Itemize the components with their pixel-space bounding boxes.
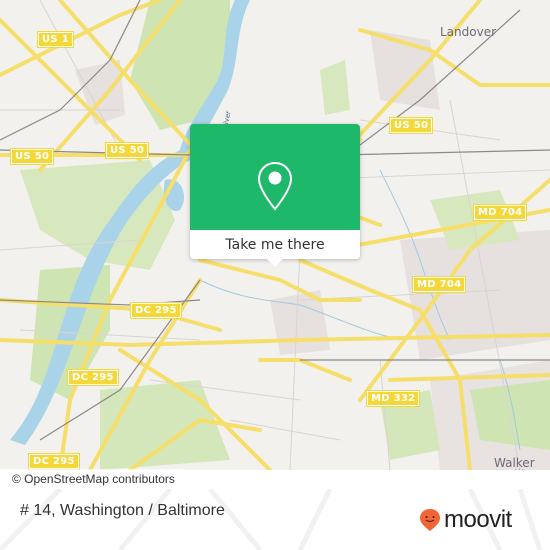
road-shield-us1: US 1	[37, 31, 74, 48]
map-pin-icon	[257, 161, 293, 215]
road-shield-md704: MD 704	[412, 276, 467, 293]
road-shield-md332: MD 332	[366, 390, 421, 407]
road-shield-us50: US 50	[10, 148, 55, 165]
road-shield-dc295: DC 295	[28, 453, 80, 470]
road-shield-dc295: DC 295	[67, 369, 119, 386]
moovit-wordmark: moovit	[444, 506, 512, 533]
urban-area	[400, 230, 550, 360]
popup-header	[190, 124, 360, 230]
moovit-face-icon	[420, 509, 440, 531]
footer-bar: # 14, Washington / Baltimore moovit	[0, 489, 550, 550]
take-me-there-button[interactable]: Take me there	[190, 230, 360, 259]
place-label-landover: Landover	[440, 25, 497, 39]
road-shield-us50: US 50	[105, 142, 150, 159]
park-area	[100, 380, 230, 470]
park-area	[320, 60, 350, 115]
stop-title: # 14, Washington / Baltimore	[20, 502, 225, 519]
road-shield-md704: MD 704	[473, 204, 528, 221]
popup-pointer	[267, 259, 283, 267]
map-attribution[interactable]: © OpenStreetMap contributors	[0, 469, 185, 489]
location-popup: Take me there	[190, 124, 360, 267]
moovit-logo[interactable]: moovit	[419, 508, 512, 532]
road-shield-dc295: DC 295	[130, 302, 182, 319]
road-shield-us50: US 50	[389, 117, 434, 134]
place-label-walker-mill: Walker Mill	[494, 456, 535, 470]
